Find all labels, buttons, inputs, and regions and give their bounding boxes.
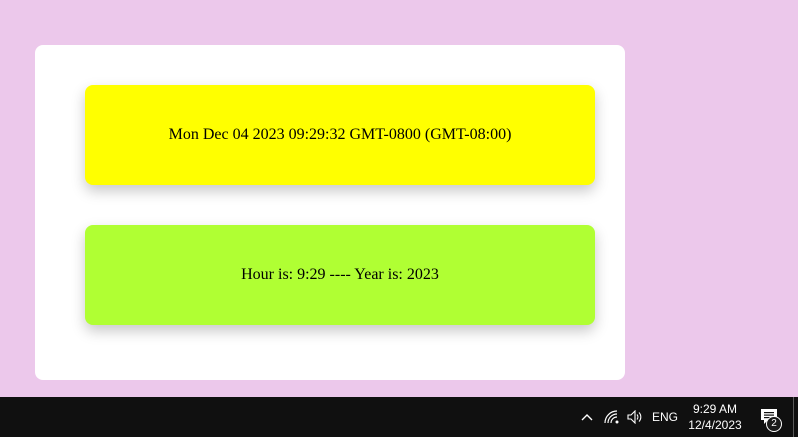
chevron-up-icon bbox=[581, 413, 593, 421]
network-icon bbox=[604, 410, 620, 424]
language-label: ENG bbox=[651, 410, 678, 424]
show-hidden-icons-button[interactable] bbox=[578, 397, 596, 437]
clock-date: 12/4/2023 bbox=[688, 418, 742, 432]
network-button[interactable] bbox=[602, 397, 622, 437]
volume-icon bbox=[627, 410, 643, 424]
content-card: Mon Dec 04 2023 09:29:32 GMT-0800 (GMT-0… bbox=[35, 45, 625, 380]
clock-time: 9:29 AM bbox=[692, 402, 738, 416]
date-panel: Mon Dec 04 2023 09:29:32 GMT-0800 (GMT-0… bbox=[85, 85, 595, 185]
date-text: Mon Dec 04 2023 09:29:32 GMT-0800 (GMT-0… bbox=[168, 126, 512, 143]
taskbar: ENG 9:29 AM 12/4/2023 2 bbox=[0, 397, 798, 437]
clock-button[interactable]: 9:29 AM 12/4/2023 bbox=[683, 397, 747, 437]
notification-count-badge: 2 bbox=[766, 416, 782, 432]
volume-button[interactable] bbox=[625, 397, 645, 437]
notifications-button[interactable]: 2 bbox=[754, 397, 784, 437]
desktop-background: Mon Dec 04 2023 09:29:32 GMT-0800 (GMT-0… bbox=[0, 0, 798, 397]
time-text: Hour is: 9:29 ---- Year is: 2023 bbox=[241, 266, 439, 283]
show-desktop-button[interactable] bbox=[793, 397, 794, 437]
time-panel: Hour is: 9:29 ---- Year is: 2023 bbox=[85, 225, 595, 325]
language-indicator[interactable]: ENG bbox=[650, 397, 680, 437]
